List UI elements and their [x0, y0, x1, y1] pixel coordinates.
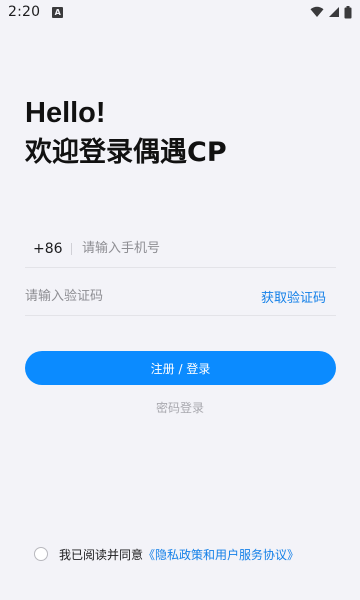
battery-icon [344, 5, 352, 18]
greeting-welcome: 欢迎登录偶遇CP [25, 137, 227, 168]
wifi-icon [310, 6, 324, 17]
get-code-button[interactable]: 获取验证码 [261, 287, 336, 306]
password-login-link[interactable]: 密码登录 [0, 399, 360, 416]
greeting-hello: Hello! [25, 97, 106, 129]
status-time: 2:20 [8, 4, 41, 20]
greeting: Hello! 欢迎登录偶遇CP [25, 95, 227, 173]
country-code[interactable]: +86 [25, 241, 65, 257]
signal-icon [329, 7, 339, 17]
verification-code-input[interactable] [25, 278, 261, 315]
phone-field: +86 [25, 230, 336, 268]
notification-a-icon: A [52, 6, 64, 18]
agreement-checkbox[interactable] [34, 547, 48, 561]
register-login-button[interactable]: 注册 / 登录 [25, 351, 336, 385]
status-icons [310, 5, 352, 19]
agreement-row: 我已阅读并同意 《隐私政策和用户服务协议》 [34, 545, 299, 563]
agreement-text: 我已阅读并同意 [59, 547, 144, 562]
status-bar: 2:20 A [0, 0, 360, 24]
verification-code-field: 获取验证码 [25, 278, 336, 316]
field-divider [71, 242, 72, 255]
privacy-policy-link[interactable]: 《隐私政策和用户服务协议》 [143, 546, 299, 563]
phone-input[interactable] [82, 230, 336, 267]
